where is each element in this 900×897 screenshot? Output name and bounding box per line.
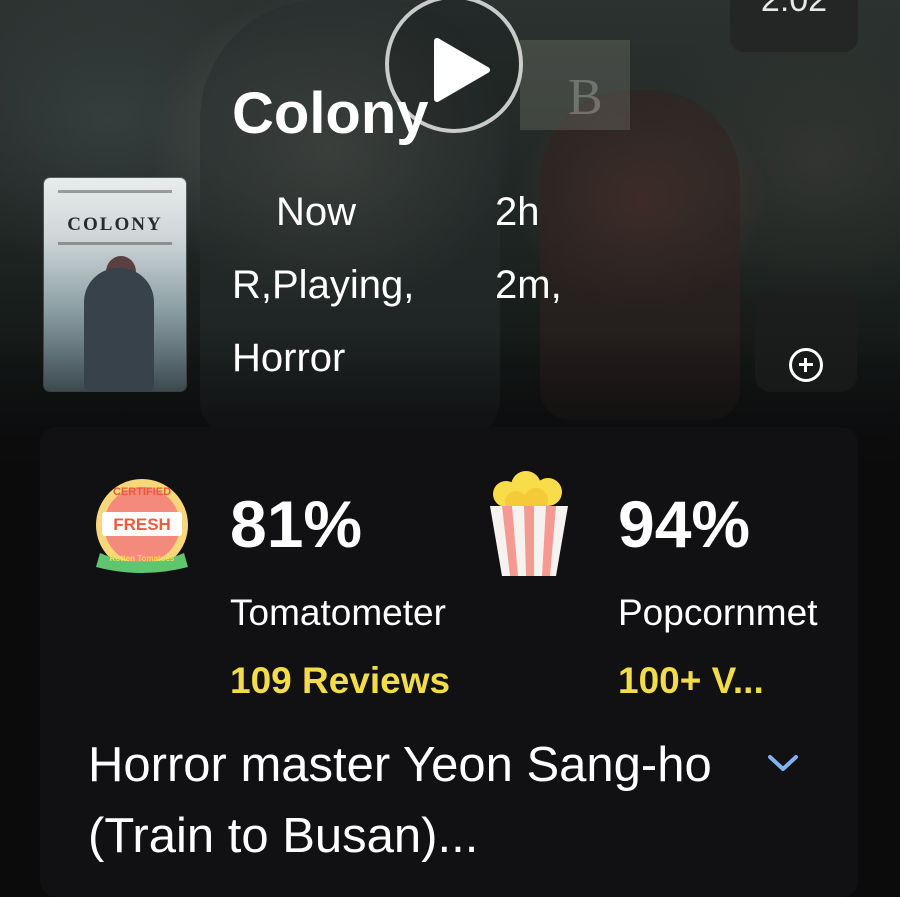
add-circle-icon xyxy=(789,348,823,382)
poster-title: COLONY xyxy=(67,214,163,235)
movie-poster[interactable]: COLONY xyxy=(44,178,186,391)
badge-fresh-text: FRESH xyxy=(113,515,171,534)
popcornmeter-ratings-link[interactable]: 100+ V... xyxy=(618,660,764,702)
meta-runtime-hours: 2h xyxy=(495,190,540,234)
add-to-watchlist-button[interactable] xyxy=(755,290,857,392)
tomatometer-reviews-link[interactable]: 109 Reviews xyxy=(230,660,450,702)
badge-brand-text: Rotten Tomatoes xyxy=(110,554,175,563)
tomatometer-label: Tomatometer xyxy=(230,592,446,633)
popcornmeter-label: Popcornmeter xyxy=(618,592,818,633)
duration-text: 2:02 xyxy=(760,0,828,19)
meta-genre: Horror xyxy=(232,336,346,380)
chevron-down-icon[interactable] xyxy=(766,752,800,774)
backdrop-sign: B xyxy=(568,69,603,126)
poster-credit-line xyxy=(58,190,172,193)
movie-title: Colony xyxy=(232,81,429,146)
tomatometer-score: 81% xyxy=(230,487,363,561)
poster-figure xyxy=(84,268,154,391)
play-icon xyxy=(434,38,490,102)
meta-rating-status: R,Playing, xyxy=(232,263,415,307)
meta-status: Now xyxy=(276,190,357,234)
certified-fresh-icon: FRESH CERTIFIED Rotten Tomatoes xyxy=(96,479,188,573)
duration-chip: 2:02 xyxy=(730,0,858,52)
popcornmeter-score: 94% xyxy=(618,487,751,561)
meta-runtime-minutes: 2m, xyxy=(495,263,562,307)
poster-credit-line xyxy=(58,242,172,245)
badge-certified-text: CERTIFIED xyxy=(113,486,171,498)
popcorn-icon xyxy=(490,471,568,576)
movie-synopsis[interactable]: Horror master Yeon Sang-ho (Train to Bus… xyxy=(88,730,728,872)
